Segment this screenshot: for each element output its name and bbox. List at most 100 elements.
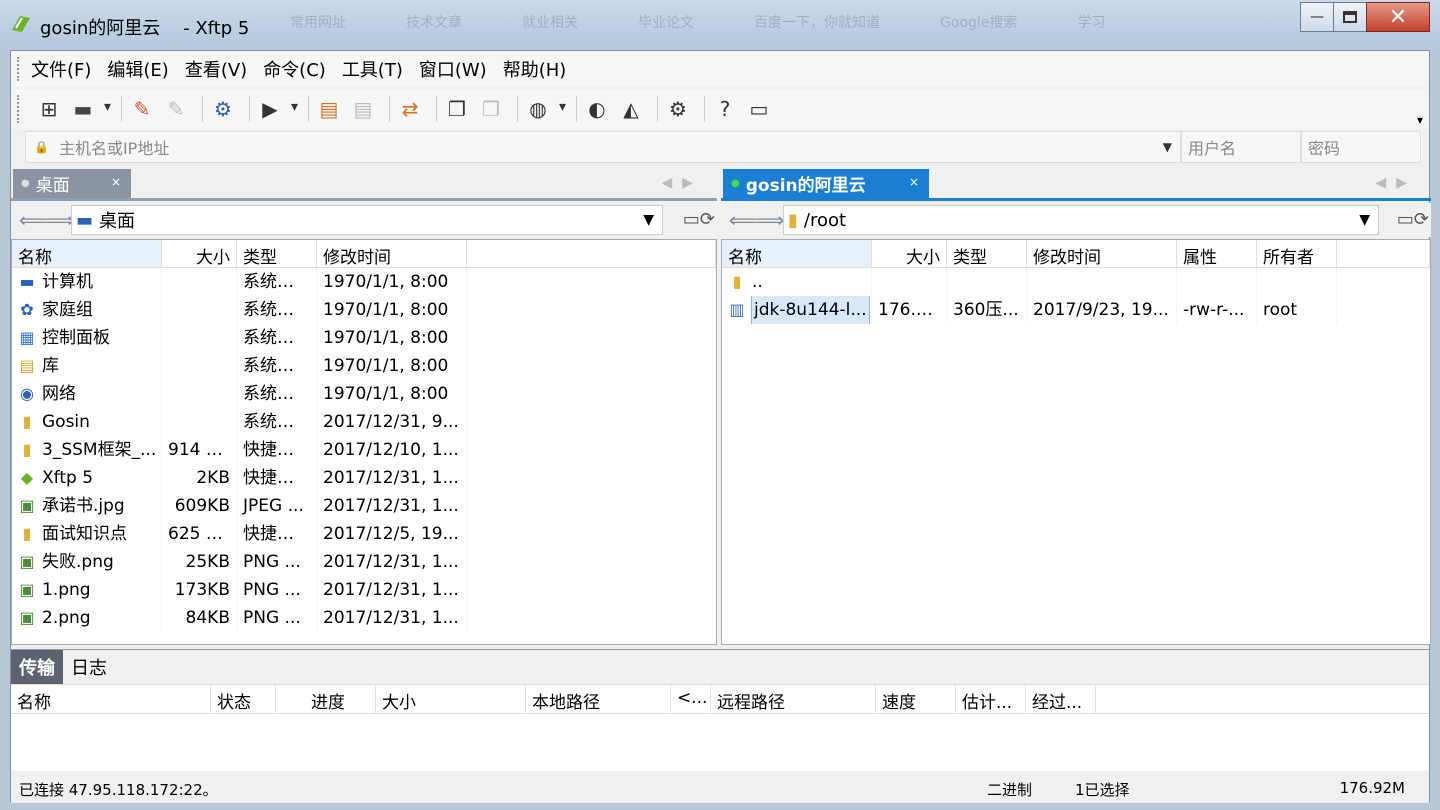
paste-icon: ❐ [482,97,500,121]
refresh-icon[interactable]: ▭⟳ [683,209,715,230]
username-input[interactable]: 用户名 [1181,131,1301,163]
col-direction[interactable]: <... [671,685,711,713]
col-elapsed[interactable]: 经过... [1026,685,1096,713]
tab-local-desktop[interactable]: ● 桌面 × [13,169,131,198]
xftp-new-window-button[interactable]: ◭ [617,95,645,123]
table-row[interactable]: ▬ 计算机 系统文... 1970/1/1, 8:00 [12,268,716,296]
col-type[interactable]: 类型 [237,240,317,267]
cell-mtime: 2017/12/5, 19... [317,520,467,548]
tab-remote-session[interactable]: ● gosin的阿里云 × [723,169,929,198]
help-button[interactable]: ? [711,95,739,123]
back-forward-arrows-icon[interactable]: ⟸⟹ [11,208,74,232]
col-mtime[interactable]: 修改时间 [317,240,467,267]
col-size[interactable]: 大小 [872,240,947,267]
encoding-button[interactable]: ◍ [524,95,566,123]
col-type[interactable]: 类型 [947,240,1027,267]
col-remote-path[interactable]: 远程路径 [711,685,876,713]
disconnect-button[interactable]: ✎ [162,95,190,123]
new-session-button[interactable]: ⊞ [35,95,63,123]
session-properties-button[interactable]: ⚙ [209,95,237,123]
cell-type: 系统文... [237,352,317,380]
sync-button[interactable]: ⇄ [396,95,424,123]
transfer-button[interactable]: ▶ [256,95,298,123]
table-row[interactable]: ▣ 失败.png 25KB PNG ... 2017/12/31, 1... [12,548,716,576]
maximize-button[interactable] [1333,2,1367,32]
menu-view[interactable]: 查看(V) [185,56,247,82]
connected-dot-icon: ● [731,178,740,189]
tab-scroll-arrows-icon[interactable]: ◀▶ [1375,175,1417,191]
table-row[interactable]: ▣ 2.png 84KB PNG ... 2017/12/31, 1... [12,604,716,632]
col-name[interactable]: 名称 [11,685,211,713]
address-bar: 🔒 主机名或IP地址 ▼ 用户名 密码 [25,131,1423,163]
tab-close-icon[interactable]: × [111,175,121,189]
edit-file-button[interactable]: ▤ [349,95,377,123]
cell-type: PNG ... [237,576,317,604]
menu-help[interactable]: 帮助(H) [503,56,567,82]
col-local-path[interactable]: 本地路径 [526,685,671,713]
feedback-button[interactable]: ▭ [745,95,773,123]
table-row[interactable]: ▥ jdk-8u144-l... 176.9... 360压... 2017/9/23,… [722,296,1430,324]
tab-transfer[interactable]: 传输 [11,650,63,684]
table-row[interactable]: ▣ 承诺书.jpg 609KB JPEG ... 2017/12/31, 1... [12,492,716,520]
table-row[interactable]: ▮ 3_SSM框架_... 914 B... 快捷方... 2017/12/10, 1.… [12,436,716,464]
menu-command[interactable]: 命令(C) [263,56,326,82]
table-row[interactable]: ▦ 控制面板 系统文... 1970/1/1, 8:00 [12,324,716,352]
local-path-combobox[interactable]: ▬ 桌面 ▼ [71,205,663,235]
connect-button[interactable]: ✎ [128,95,156,123]
minimize-button[interactable]: — [1300,2,1334,32]
col-size[interactable]: 大小 [376,685,526,713]
cell-size: 609KB [162,492,237,520]
table-row[interactable]: ▣ 1.png 173KB PNG ... 2017/12/31, 1... [12,576,716,604]
cell-name: ▥ jdk-8u144-l... [722,296,872,324]
back-forward-arrows-icon[interactable]: ⟸⟹ [721,208,784,232]
menu-tools[interactable]: 工具(T) [342,56,403,82]
col-attributes[interactable]: 属性 [1177,240,1257,267]
cell-mtime: 1970/1/1, 8:00 [317,268,467,296]
close-button[interactable]: ✕ [1366,2,1430,32]
cell-size: 173KB [162,576,237,604]
col-progress[interactable]: 进度 [276,685,376,713]
path-dropdown-icon[interactable]: ▼ [643,212,654,228]
table-row[interactable]: ▤ 库系统文... 1970/1/1, 8:00 [12,352,716,380]
col-name[interactable]: 名称 [722,240,872,267]
swap-arrows-icon: ⇄ [401,97,419,121]
table-row[interactable]: ▮ 面试知识点 625 B... 快捷方... 2017/12/5, 19... [12,520,716,548]
table-row[interactable]: ▮ Gosin 系统文... 2017/12/31, 9... [12,408,716,436]
folder-open-icon: ▬ [73,97,93,121]
col-estimated[interactable]: 估计... [956,685,1026,713]
menu-window[interactable]: 窗口(W) [419,56,487,82]
refresh-icon[interactable]: ▭⟳ [1397,209,1429,230]
table-row[interactable]: ▮.. [722,268,1430,296]
cell-mtime [1027,268,1177,296]
remote-path-combobox[interactable]: ▮ /root ▼ [783,205,1379,235]
col-mtime[interactable]: 修改时间 [1027,240,1177,267]
tab-close-icon[interactable]: × [909,175,919,189]
table-row[interactable]: ✿ 家庭组 系统文... 1970/1/1, 8:00 [12,296,716,324]
tab-scroll-arrows-icon[interactable]: ◀▶ [661,175,703,191]
col-speed[interactable]: 速度 [876,685,956,713]
paste-button[interactable]: ❐ [477,95,505,123]
table-row[interactable]: ◉ 网络 系统文... 1970/1/1, 8:00 [12,380,716,408]
local-pane: ● 桌面 × ◀▶ ⟸⟹ ▬ 桌面 ▼ ▭⟳ 名称 大小 类型 修改时间 ▬计算 [11,169,717,645]
copy-button[interactable]: ❐ [443,95,471,123]
options-button[interactable]: ⚙ [664,95,692,123]
password-input[interactable]: 密码 [1301,131,1421,163]
menu-edit[interactable]: 编辑(E) [107,56,168,82]
new-file-button[interactable]: ▤ [315,95,343,123]
host-input[interactable]: 🔒 主机名或IP地址 ▼ [25,131,1181,163]
open-button[interactable]: ▬ [69,95,111,123]
remote-rows: ▮.. ▥ jdk-8u144-l... 176.9... 360压... 2017/9/… [722,268,1430,324]
path-dropdown-icon[interactable]: ▼ [1359,212,1370,228]
col-size[interactable]: 大小 [162,240,237,267]
cell-size: 2KB [162,464,237,492]
col-owner[interactable]: 所有者 [1257,240,1337,267]
tab-log[interactable]: 日志 [63,650,115,684]
host-dropdown-icon[interactable]: ▼ [1163,140,1172,154]
menu-file[interactable]: 文件(F) [31,56,91,82]
col-status[interactable]: 状态 [211,685,276,713]
toolbar-overflow-chevron-icon[interactable]: ▾ [1417,113,1423,127]
col-name[interactable]: 名称 [12,240,162,267]
table-row[interactable]: ◆ Xftp 5 2KB 快捷方... 2017/12/31, 1... [12,464,716,492]
xshell-button[interactable]: ◐ [583,95,611,123]
cell-size [162,352,237,380]
